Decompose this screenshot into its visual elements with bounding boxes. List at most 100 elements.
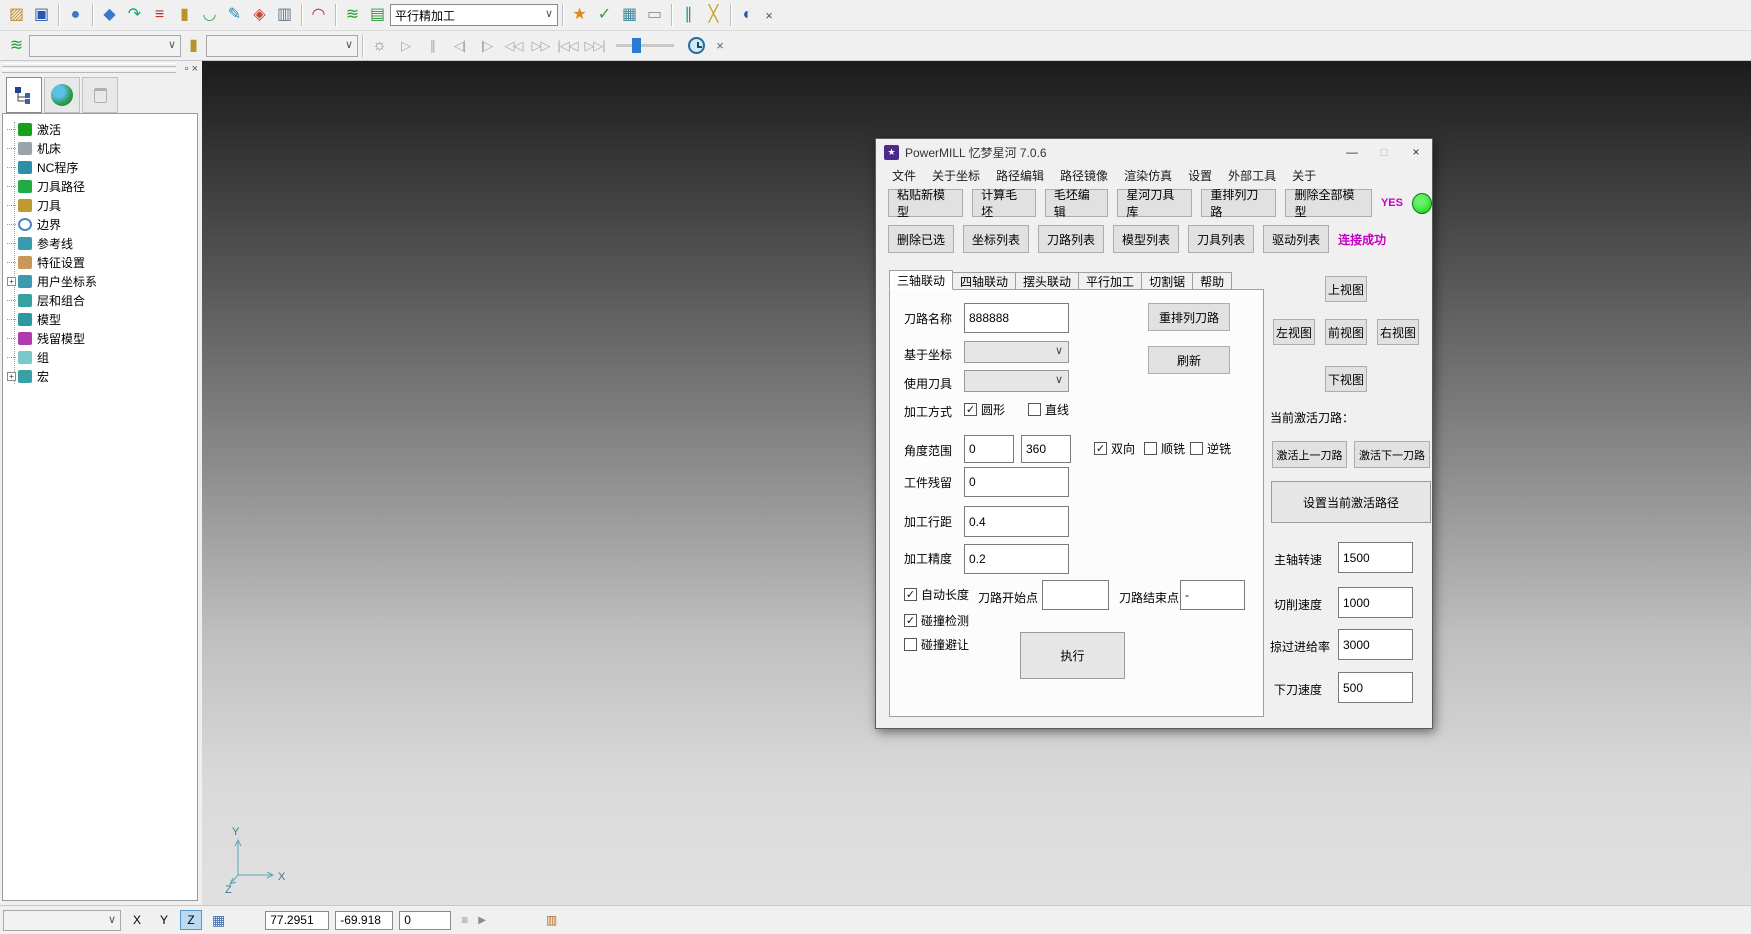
menu-external-tools[interactable]: 外部工具 [1220, 167, 1284, 184]
simulate-tool-icon[interactable]: ★ [567, 3, 592, 27]
calculator-icon[interactable]: ▦ [617, 3, 642, 27]
menu-settings[interactable]: 设置 [1180, 167, 1220, 184]
step-back-icon[interactable]: ◁| [446, 34, 473, 58]
edit-block-button[interactable]: 毛坯编辑 [1045, 189, 1109, 217]
collision-detect-checkbox[interactable] [904, 614, 917, 627]
tree-item-toolpaths[interactable]: 刀具路径 [3, 177, 197, 196]
toolpath-strategy-icon[interactable]: ↷ [122, 3, 147, 27]
tree-item-models[interactable]: 模型 [3, 310, 197, 329]
climb-option[interactable]: 顺铣 [1144, 440, 1185, 457]
refresh-button[interactable]: 刷新 [1148, 346, 1230, 374]
ruler-icon[interactable]: ▭ [642, 3, 667, 27]
climb-checkbox[interactable] [1144, 442, 1157, 455]
collision-detect-option[interactable]: 碰撞检测 [904, 612, 969, 629]
tab-4axis[interactable]: 四轴联动 [953, 272, 1016, 290]
pause-icon[interactable]: ∥ [419, 34, 446, 58]
rearrange-toolpath-button[interactable]: 重排列刀路 [1201, 189, 1276, 217]
view-right-button[interactable]: 右视图 [1377, 319, 1419, 345]
mode-line-option[interactable]: 直线 [1028, 401, 1069, 418]
based-coord-dropdown[interactable] [964, 341, 1069, 363]
use-tool-dropdown[interactable] [964, 370, 1069, 392]
sim-toolpath-dropdown[interactable]: ∨ [29, 35, 181, 57]
tree-item-stock-models[interactable]: 残留模型 [3, 329, 197, 348]
close-toolbar-icon[interactable]: × [760, 3, 778, 27]
speed-slider-thumb[interactable] [632, 38, 641, 53]
view-front-button[interactable]: 前视图 [1325, 319, 1367, 345]
tree-item-activate[interactable]: 激活 [3, 120, 197, 139]
menu-path-edit[interactable]: 路径编辑 [988, 167, 1052, 184]
close-sim-toolbar-icon[interactable]: × [711, 38, 729, 53]
start-point-input[interactable] [1042, 580, 1109, 610]
go-to-start-icon[interactable]: |◁◁ [554, 34, 581, 58]
window-split-icon[interactable]: ▥ [546, 913, 557, 927]
fast-forward-icon[interactable]: ▷▷ [527, 34, 554, 58]
view-left-button[interactable]: 左视图 [1273, 319, 1315, 345]
stepover-input[interactable] [964, 506, 1069, 537]
bidirectional-option[interactable]: 双向 [1094, 440, 1135, 457]
tree-item-machine[interactable]: 机床 [3, 139, 197, 158]
tree-item-patterns[interactable]: 参考线 [3, 234, 197, 253]
axis-y-button[interactable]: Y [153, 910, 175, 930]
line-checkbox[interactable] [1028, 403, 1041, 416]
pattern-icon[interactable]: ✎ [222, 3, 247, 27]
end-point-input[interactable] [1180, 580, 1245, 610]
tab-3axis[interactable]: 三轴联动 [889, 270, 953, 290]
tab-help[interactable]: 帮助 [1193, 272, 1232, 290]
conventional-option[interactable]: 逆铣 [1190, 440, 1231, 457]
strategy-list-icon[interactable]: ▤ [365, 3, 390, 27]
plunge-feed-input[interactable] [1338, 672, 1413, 703]
play-icon[interactable]: ▷ [392, 34, 419, 58]
strategy-dropdown[interactable]: 平行精加工 ∨ [390, 4, 558, 26]
tree-item-levels[interactable]: 层和组合 [3, 291, 197, 310]
tree-item-groups[interactable]: 组 [3, 348, 197, 367]
clock-icon[interactable] [688, 37, 705, 54]
tree-item-tools[interactable]: 刀具 [3, 196, 197, 215]
menu-render-sim[interactable]: 渲染仿真 [1116, 167, 1180, 184]
tool-library-button[interactable]: 星河刀具库 [1117, 189, 1192, 217]
spindle-speed-input[interactable] [1338, 542, 1413, 573]
collision-avoid-option[interactable]: 碰撞避让 [904, 636, 969, 653]
grid-icon[interactable]: ▦ [212, 912, 225, 929]
list-options-icon[interactable]: ≡ [461, 913, 468, 927]
paste-model-button[interactable]: 粘贴新模型 [888, 189, 963, 217]
minimize-icon[interactable]: — [1336, 140, 1368, 164]
auto-length-option[interactable]: 自动长度 [904, 586, 969, 603]
dialog-titlebar[interactable]: ★ PowerMILL 忆梦星河 7.0.6 — □ × [876, 139, 1432, 165]
active-toolpath-icon[interactable]: ≋ [340, 3, 365, 27]
leads-and-links-icon[interactable]: ◠ [306, 3, 331, 27]
tree-item-nc-program[interactable]: NC程序 [3, 158, 197, 177]
rewind-icon[interactable]: ◁◁ [500, 34, 527, 58]
create-block-icon[interactable]: ◆ [97, 3, 122, 27]
tool-change-icon[interactable]: ∥ [676, 3, 701, 27]
skim-feed-input[interactable] [1338, 629, 1413, 660]
view-top-button[interactable]: 上视图 [1325, 276, 1367, 302]
simulation-check-icon[interactable]: ✓ [592, 3, 617, 27]
tab-parallel[interactable]: 平行加工 [1079, 272, 1142, 290]
menu-workplane[interactable]: 关于坐标 [924, 167, 988, 184]
collision-avoid-checkbox[interactable] [904, 638, 917, 651]
axis-z-button[interactable]: Z [180, 910, 202, 930]
auto-length-checkbox[interactable] [904, 588, 917, 601]
angle-start-input[interactable] [964, 435, 1014, 463]
tolerance-input[interactable] [964, 544, 1069, 574]
tool-database-icon[interactable]: ▥ [272, 3, 297, 27]
feature-set-icon[interactable]: ◈ [247, 3, 272, 27]
create-tool-icon[interactable]: ▮ [172, 3, 197, 27]
toolpath-name-input[interactable] [964, 303, 1069, 333]
set-active-path-button[interactable]: 设置当前激活路径 [1271, 481, 1431, 523]
shaded-model-icon[interactable]: ● [63, 3, 88, 27]
float-panel-icon[interactable]: ▫ [185, 63, 189, 75]
step-forward-icon[interactable]: |▷ [473, 34, 500, 58]
activate-prev-button[interactable]: 激活上一刀路 [1272, 441, 1347, 468]
coord-x-field[interactable]: 77.2951 [265, 911, 329, 930]
menu-about[interactable]: 关于 [1284, 167, 1324, 184]
lamp-icon[interactable]: ☼ [367, 34, 392, 58]
close-panel-icon[interactable]: × [192, 63, 198, 75]
stock-remain-input[interactable] [964, 467, 1069, 497]
open-file-icon[interactable]: ▨ [4, 3, 29, 27]
tab-swivel-head[interactable]: 摆头联动 [1016, 272, 1079, 290]
tree-item-workplanes[interactable]: +用户坐标系 [3, 272, 197, 291]
delete-selected-button[interactable]: 删除已选 [888, 225, 954, 253]
coord-y-field[interactable]: -69.918 [335, 911, 393, 930]
toolbar-grip[interactable] [2, 69, 176, 73]
